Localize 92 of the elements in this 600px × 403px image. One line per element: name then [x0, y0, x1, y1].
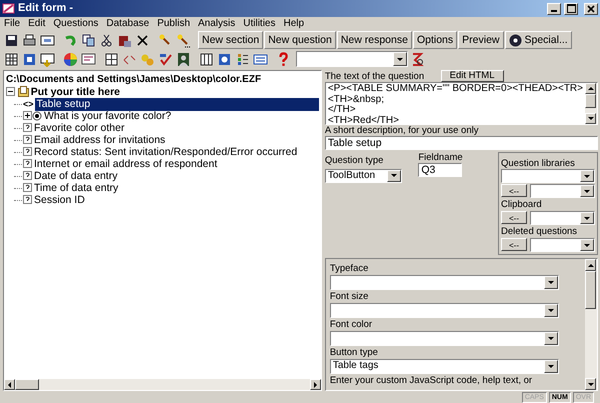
dropdown-button[interactable]: [544, 304, 558, 317]
field-label: Typeface: [330, 263, 370, 274]
toolbar-button[interactable]: Preview: [458, 31, 504, 49]
field-label: A short description, for your use only: [324, 125, 480, 136]
field-label: Question type: [324, 154, 384, 166]
description-field[interactable]: Table setup: [324, 136, 598, 150]
field-label: Button type: [330, 347, 379, 358]
menu-item[interactable]: Edit: [28, 18, 46, 30]
library-select[interactable]: [530, 184, 595, 198]
toolbar-button[interactable]: Special...: [504, 31, 572, 49]
form-icon[interactable]: [80, 50, 97, 68]
toolbar-button[interactable]: New question: [264, 31, 336, 49]
combo-box[interactable]: [296, 51, 408, 67]
tree-item[interactable]: Time of data entry: [32, 182, 120, 194]
vertical-scrollbar[interactable]: [585, 259, 597, 390]
close-button[interactable]: [584, 2, 598, 14]
field-label: Deleted questions: [501, 226, 578, 237]
note-text: Enter your custom JavaScript code, help text, or: [330, 375, 534, 386]
dropdown-button[interactable]: [392, 52, 407, 66]
field-label: Font size: [330, 291, 370, 302]
property-select[interactable]: [330, 331, 559, 346]
toolbar-button[interactable]: New section: [198, 31, 264, 49]
code-line: </TH>: [328, 105, 356, 116]
menu-item[interactable]: Publish: [157, 18, 190, 30]
app-icon: [2, 2, 15, 16]
dropdown-button[interactable]: [580, 239, 594, 251]
code-line: <TH>Red</TH>: [328, 116, 400, 124]
toolbar-button[interactable]: Options: [412, 31, 458, 49]
dropdown-button[interactable]: [580, 185, 594, 197]
fieldname-field[interactable]: Q3: [418, 163, 462, 177]
menu-item[interactable]: Questions: [53, 18, 98, 30]
folder-icon: [18, 86, 29, 98]
dropdown-button[interactable]: [580, 212, 594, 224]
dropdown-button[interactable]: [544, 332, 558, 345]
menu-item[interactable]: Help: [284, 18, 304, 30]
copy-back-button[interactable]: <--: [501, 211, 527, 224]
portrait-icon[interactable]: [175, 50, 192, 68]
tree-item[interactable]: Email address for invitations: [32, 134, 168, 146]
color-wheel-icon[interactable]: [62, 50, 79, 68]
tree-item[interactable]: Record status: Sent invitation/Responded/Error occurred: [32, 146, 300, 158]
code-line: <P><TABLE SUMMARY="" BORDER=0><THEAD><TR>: [328, 84, 583, 94]
minimize-button[interactable]: [547, 2, 562, 14]
table-icon[interactable]: [103, 50, 120, 68]
tree-item[interactable]: Favorite color other: [32, 122, 126, 134]
field-label: Clipboard: [501, 199, 543, 210]
print-icon[interactable]: [21, 32, 38, 48]
menu-item[interactable]: Utilities: [243, 18, 276, 30]
vertical-scrollbar[interactable]: [585, 83, 597, 124]
grid-icon[interactable]: [3, 50, 20, 68]
library-select[interactable]: [501, 169, 595, 183]
field-label: Question libraries: [501, 158, 576, 169]
library-select[interactable]: [530, 238, 595, 252]
expand-toggle[interactable]: [6, 86, 15, 98]
file-path: C:\Documents and Settings\James\Desktop\color.EZF: [6, 74, 262, 86]
question-type-select[interactable]: ToolButton: [324, 168, 402, 182]
tree-item[interactable]: Table setup: [34, 98, 319, 110]
dropdown-button[interactable]: [580, 170, 594, 182]
property-select[interactable]: [330, 303, 559, 318]
menu-item[interactable]: Database: [106, 18, 150, 30]
dropdown-button[interactable]: [544, 360, 558, 373]
horizontal-scrollbar[interactable]: [4, 379, 321, 390]
radio-icon: [32, 110, 42, 122]
property-select[interactable]: Table tags: [330, 359, 559, 374]
menu-item[interactable]: File: [4, 18, 20, 30]
disc-icon: [508, 34, 522, 46]
dropdown-button[interactable]: [386, 170, 401, 182]
maximize-button[interactable]: [564, 2, 578, 14]
tree-item[interactable]: Session ID: [32, 194, 87, 206]
tree-item[interactable]: Internet or email address of respondent: [32, 158, 220, 170]
copy-icon[interactable]: [80, 32, 97, 48]
copy-back-button[interactable]: <--: [501, 238, 527, 251]
edit-html-button[interactable]: Edit HTML: [440, 70, 504, 82]
property-select[interactable]: [330, 275, 559, 290]
expand-toggle[interactable]: [23, 110, 32, 122]
tag-marker: <>: [23, 98, 34, 110]
window-icon[interactable]: [39, 50, 56, 68]
code-line: <TH>&nbsp;: [328, 94, 385, 104]
library-select[interactable]: [530, 211, 595, 225]
wand-icon[interactable]: [175, 32, 192, 48]
field-label: Font color: [330, 319, 374, 330]
field-label: The text of the question: [324, 71, 424, 82]
window-title: Edit form -: [18, 2, 73, 15]
tree-item[interactable]: Put your title here: [28, 86, 122, 98]
menu-item[interactable]: Analysis: [198, 18, 236, 30]
question-text-area[interactable]: <P><TABLE SUMMARY="" BORDER=0><THEAD><TR> <TH>&nbsp; </TH> <TH>Red</TH>: [324, 82, 598, 125]
toolbar-button[interactable]: New response: [336, 31, 412, 49]
dropdown-button[interactable]: [544, 276, 558, 289]
columns-icon[interactable]: [198, 50, 215, 68]
tree-item[interactable]: What is your favorite color?: [42, 110, 174, 122]
copy-back-button[interactable]: <--: [501, 184, 527, 197]
field-label: Fieldname: [418, 152, 462, 163]
tree-item[interactable]: Date of data entry: [32, 170, 120, 182]
